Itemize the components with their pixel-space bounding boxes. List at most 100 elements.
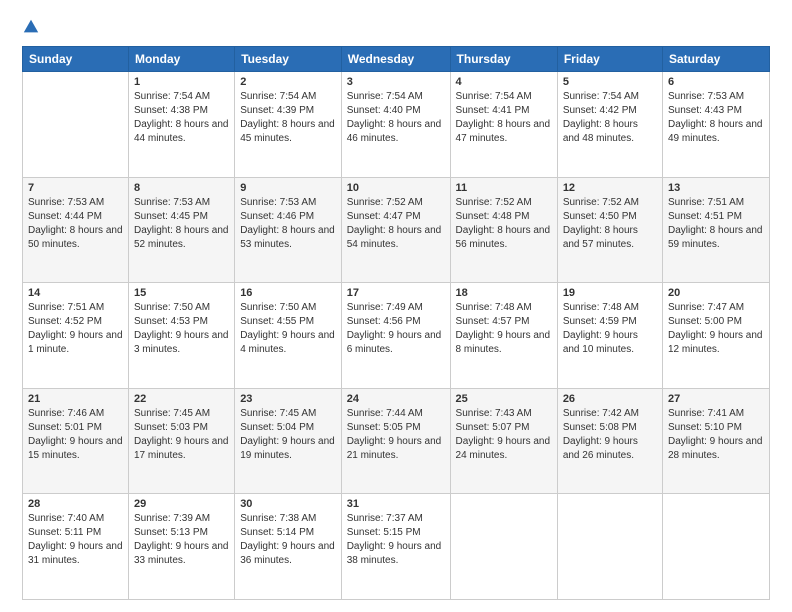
day-info: Sunrise: 7:50 AMSunset: 4:53 PMDaylight:… [134, 301, 229, 357]
calendar-day-cell: 26 Sunrise: 7:42 AMSunset: 5:08 PMDayligh… [557, 388, 662, 494]
calendar-day-cell: 30 Sunrise: 7:38 AMSunset: 5:14 PMDayligh… [235, 494, 342, 600]
day-info: Sunrise: 7:52 AMSunset: 4:50 PMDaylight:… [563, 196, 657, 252]
day-number: 24 [347, 393, 445, 405]
day-number: 20 [668, 287, 764, 299]
calendar-day-cell: 12 Sunrise: 7:52 AMSunset: 4:50 PMDayligh… [557, 177, 662, 283]
day-number: 4 [456, 76, 552, 88]
day-info: Sunrise: 7:51 AMSunset: 4:51 PMDaylight:… [668, 196, 764, 252]
day-info: Sunrise: 7:45 AMSunset: 5:04 PMDaylight:… [240, 407, 336, 463]
calendar-table: SundayMondayTuesdayWednesdayThursdayFrid… [22, 46, 770, 600]
day-number: 28 [28, 498, 123, 510]
calendar-day-cell: 8 Sunrise: 7:53 AMSunset: 4:45 PMDaylight… [128, 177, 234, 283]
day-info: Sunrise: 7:53 AMSunset: 4:45 PMDaylight:… [134, 196, 229, 252]
calendar-day-cell: 23 Sunrise: 7:45 AMSunset: 5:04 PMDayligh… [235, 388, 342, 494]
day-number: 31 [347, 498, 445, 510]
day-number: 12 [563, 182, 657, 194]
day-info: Sunrise: 7:54 AMSunset: 4:40 PMDaylight:… [347, 90, 445, 146]
calendar-day-cell: 7 Sunrise: 7:53 AMSunset: 4:44 PMDaylight… [23, 177, 129, 283]
day-info: Sunrise: 7:46 AMSunset: 5:01 PMDaylight:… [28, 407, 123, 463]
calendar-week-row: 14 Sunrise: 7:51 AMSunset: 4:52 PMDayligh… [23, 283, 770, 389]
calendar-day-cell: 17 Sunrise: 7:49 AMSunset: 4:56 PMDayligh… [341, 283, 450, 389]
day-number: 23 [240, 393, 336, 405]
calendar-day-header: Tuesday [235, 47, 342, 72]
day-number: 27 [668, 393, 764, 405]
day-info: Sunrise: 7:38 AMSunset: 5:14 PMDaylight:… [240, 512, 336, 568]
calendar-day-header: Saturday [662, 47, 769, 72]
header [22, 18, 770, 36]
calendar-day-cell: 1Sunrise: 7:54 AMSunset: 4:38 PMDaylight… [128, 72, 234, 178]
calendar-day-cell: 4 Sunrise: 7:54 AMSunset: 4:41 PMDaylight… [450, 72, 557, 178]
calendar-day-cell: 24 Sunrise: 7:44 AMSunset: 5:05 PMDayligh… [341, 388, 450, 494]
calendar-header-row: SundayMondayTuesdayWednesdayThursdayFrid… [23, 47, 770, 72]
calendar-day-cell: 14 Sunrise: 7:51 AMSunset: 4:52 PMDayligh… [23, 283, 129, 389]
calendar-day-cell: 20 Sunrise: 7:47 AMSunset: 5:00 PMDayligh… [662, 283, 769, 389]
calendar-day-header: Monday [128, 47, 234, 72]
day-number: 14 [28, 287, 123, 299]
calendar-day-cell: 18Sunrise: 7:48 AMSunset: 4:57 PMDayligh… [450, 283, 557, 389]
calendar-day-header: Wednesday [341, 47, 450, 72]
calendar-day-cell: 31Sunrise: 7:37 AMSunset: 5:15 PMDayligh… [341, 494, 450, 600]
page: SundayMondayTuesdayWednesdayThursdayFrid… [0, 0, 792, 612]
day-info: Sunrise: 7:49 AMSunset: 4:56 PMDaylight:… [347, 301, 445, 357]
day-number: 30 [240, 498, 336, 510]
calendar-week-row: 1Sunrise: 7:54 AMSunset: 4:38 PMDaylight… [23, 72, 770, 178]
calendar-day-cell: 21Sunrise: 7:46 AMSunset: 5:01 PMDayligh… [23, 388, 129, 494]
day-info: Sunrise: 7:44 AMSunset: 5:05 PMDaylight:… [347, 407, 445, 463]
calendar-week-row: 7 Sunrise: 7:53 AMSunset: 4:44 PMDaylight… [23, 177, 770, 283]
day-info: Sunrise: 7:40 AMSunset: 5:11 PMDaylight:… [28, 512, 123, 568]
calendar-day-cell: 27 Sunrise: 7:41 AMSunset: 5:10 PMDayligh… [662, 388, 769, 494]
day-number: 16 [240, 287, 336, 299]
day-info: Sunrise: 7:52 AMSunset: 4:47 PMDaylight:… [347, 196, 445, 252]
day-number: 19 [563, 287, 657, 299]
calendar-day-header: Thursday [450, 47, 557, 72]
day-number: 3 [347, 76, 445, 88]
calendar-week-row: 28 Sunrise: 7:40 AMSunset: 5:11 PMDayligh… [23, 494, 770, 600]
calendar-day-cell: 3 Sunrise: 7:54 AMSunset: 4:40 PMDaylight… [341, 72, 450, 178]
day-info: Sunrise: 7:53 AMSunset: 4:44 PMDaylight:… [28, 196, 123, 252]
calendar-week-row: 21Sunrise: 7:46 AMSunset: 5:01 PMDayligh… [23, 388, 770, 494]
day-info: Sunrise: 7:54 AMSunset: 4:42 PMDaylight:… [563, 90, 657, 146]
day-info: Sunrise: 7:54 AMSunset: 4:41 PMDaylight:… [456, 90, 552, 146]
day-number: 10 [347, 182, 445, 194]
day-number: 5 [563, 76, 657, 88]
calendar-day-cell: 22Sunrise: 7:45 AMSunset: 5:03 PMDayligh… [128, 388, 234, 494]
calendar-day-cell [662, 494, 769, 600]
day-number: 15 [134, 287, 229, 299]
day-number: 25 [456, 393, 552, 405]
calendar-day-header: Sunday [23, 47, 129, 72]
calendar-day-cell: 11Sunrise: 7:52 AMSunset: 4:48 PMDayligh… [450, 177, 557, 283]
calendar-day-cell: 29Sunrise: 7:39 AMSunset: 5:13 PMDayligh… [128, 494, 234, 600]
day-info: Sunrise: 7:41 AMSunset: 5:10 PMDaylight:… [668, 407, 764, 463]
calendar-day-cell [557, 494, 662, 600]
day-info: Sunrise: 7:48 AMSunset: 4:59 PMDaylight:… [563, 301, 657, 357]
calendar-day-cell: 9Sunrise: 7:53 AMSunset: 4:46 PMDaylight… [235, 177, 342, 283]
calendar-day-cell: 5 Sunrise: 7:54 AMSunset: 4:42 PMDaylight… [557, 72, 662, 178]
day-info: Sunrise: 7:52 AMSunset: 4:48 PMDaylight:… [456, 196, 552, 252]
calendar-day-cell: 16Sunrise: 7:50 AMSunset: 4:55 PMDayligh… [235, 283, 342, 389]
logo-icon [22, 18, 40, 36]
logo [22, 18, 44, 36]
day-number: 9 [240, 182, 336, 194]
day-info: Sunrise: 7:47 AMSunset: 5:00 PMDaylight:… [668, 301, 764, 357]
day-number: 6 [668, 76, 764, 88]
day-number: 7 [28, 182, 123, 194]
day-number: 26 [563, 393, 657, 405]
day-number: 13 [668, 182, 764, 194]
day-number: 22 [134, 393, 229, 405]
day-info: Sunrise: 7:48 AMSunset: 4:57 PMDaylight:… [456, 301, 552, 357]
calendar-day-cell: 28 Sunrise: 7:40 AMSunset: 5:11 PMDayligh… [23, 494, 129, 600]
day-info: Sunrise: 7:42 AMSunset: 5:08 PMDaylight:… [563, 407, 657, 463]
day-info: Sunrise: 7:54 AMSunset: 4:39 PMDaylight:… [240, 90, 336, 146]
calendar-day-cell: 13 Sunrise: 7:51 AMSunset: 4:51 PMDayligh… [662, 177, 769, 283]
calendar-day-cell: 2Sunrise: 7:54 AMSunset: 4:39 PMDaylight… [235, 72, 342, 178]
calendar-day-header: Friday [557, 47, 662, 72]
day-info: Sunrise: 7:53 AMSunset: 4:43 PMDaylight:… [668, 90, 764, 146]
calendar-day-cell: 10 Sunrise: 7:52 AMSunset: 4:47 PMDayligh… [341, 177, 450, 283]
day-info: Sunrise: 7:51 AMSunset: 4:52 PMDaylight:… [28, 301, 123, 357]
day-number: 8 [134, 182, 229, 194]
calendar-day-cell: 6 Sunrise: 7:53 AMSunset: 4:43 PMDaylight… [662, 72, 769, 178]
day-number: 1 [134, 76, 229, 88]
calendar-day-cell [23, 72, 129, 178]
day-number: 17 [347, 287, 445, 299]
day-info: Sunrise: 7:43 AMSunset: 5:07 PMDaylight:… [456, 407, 552, 463]
